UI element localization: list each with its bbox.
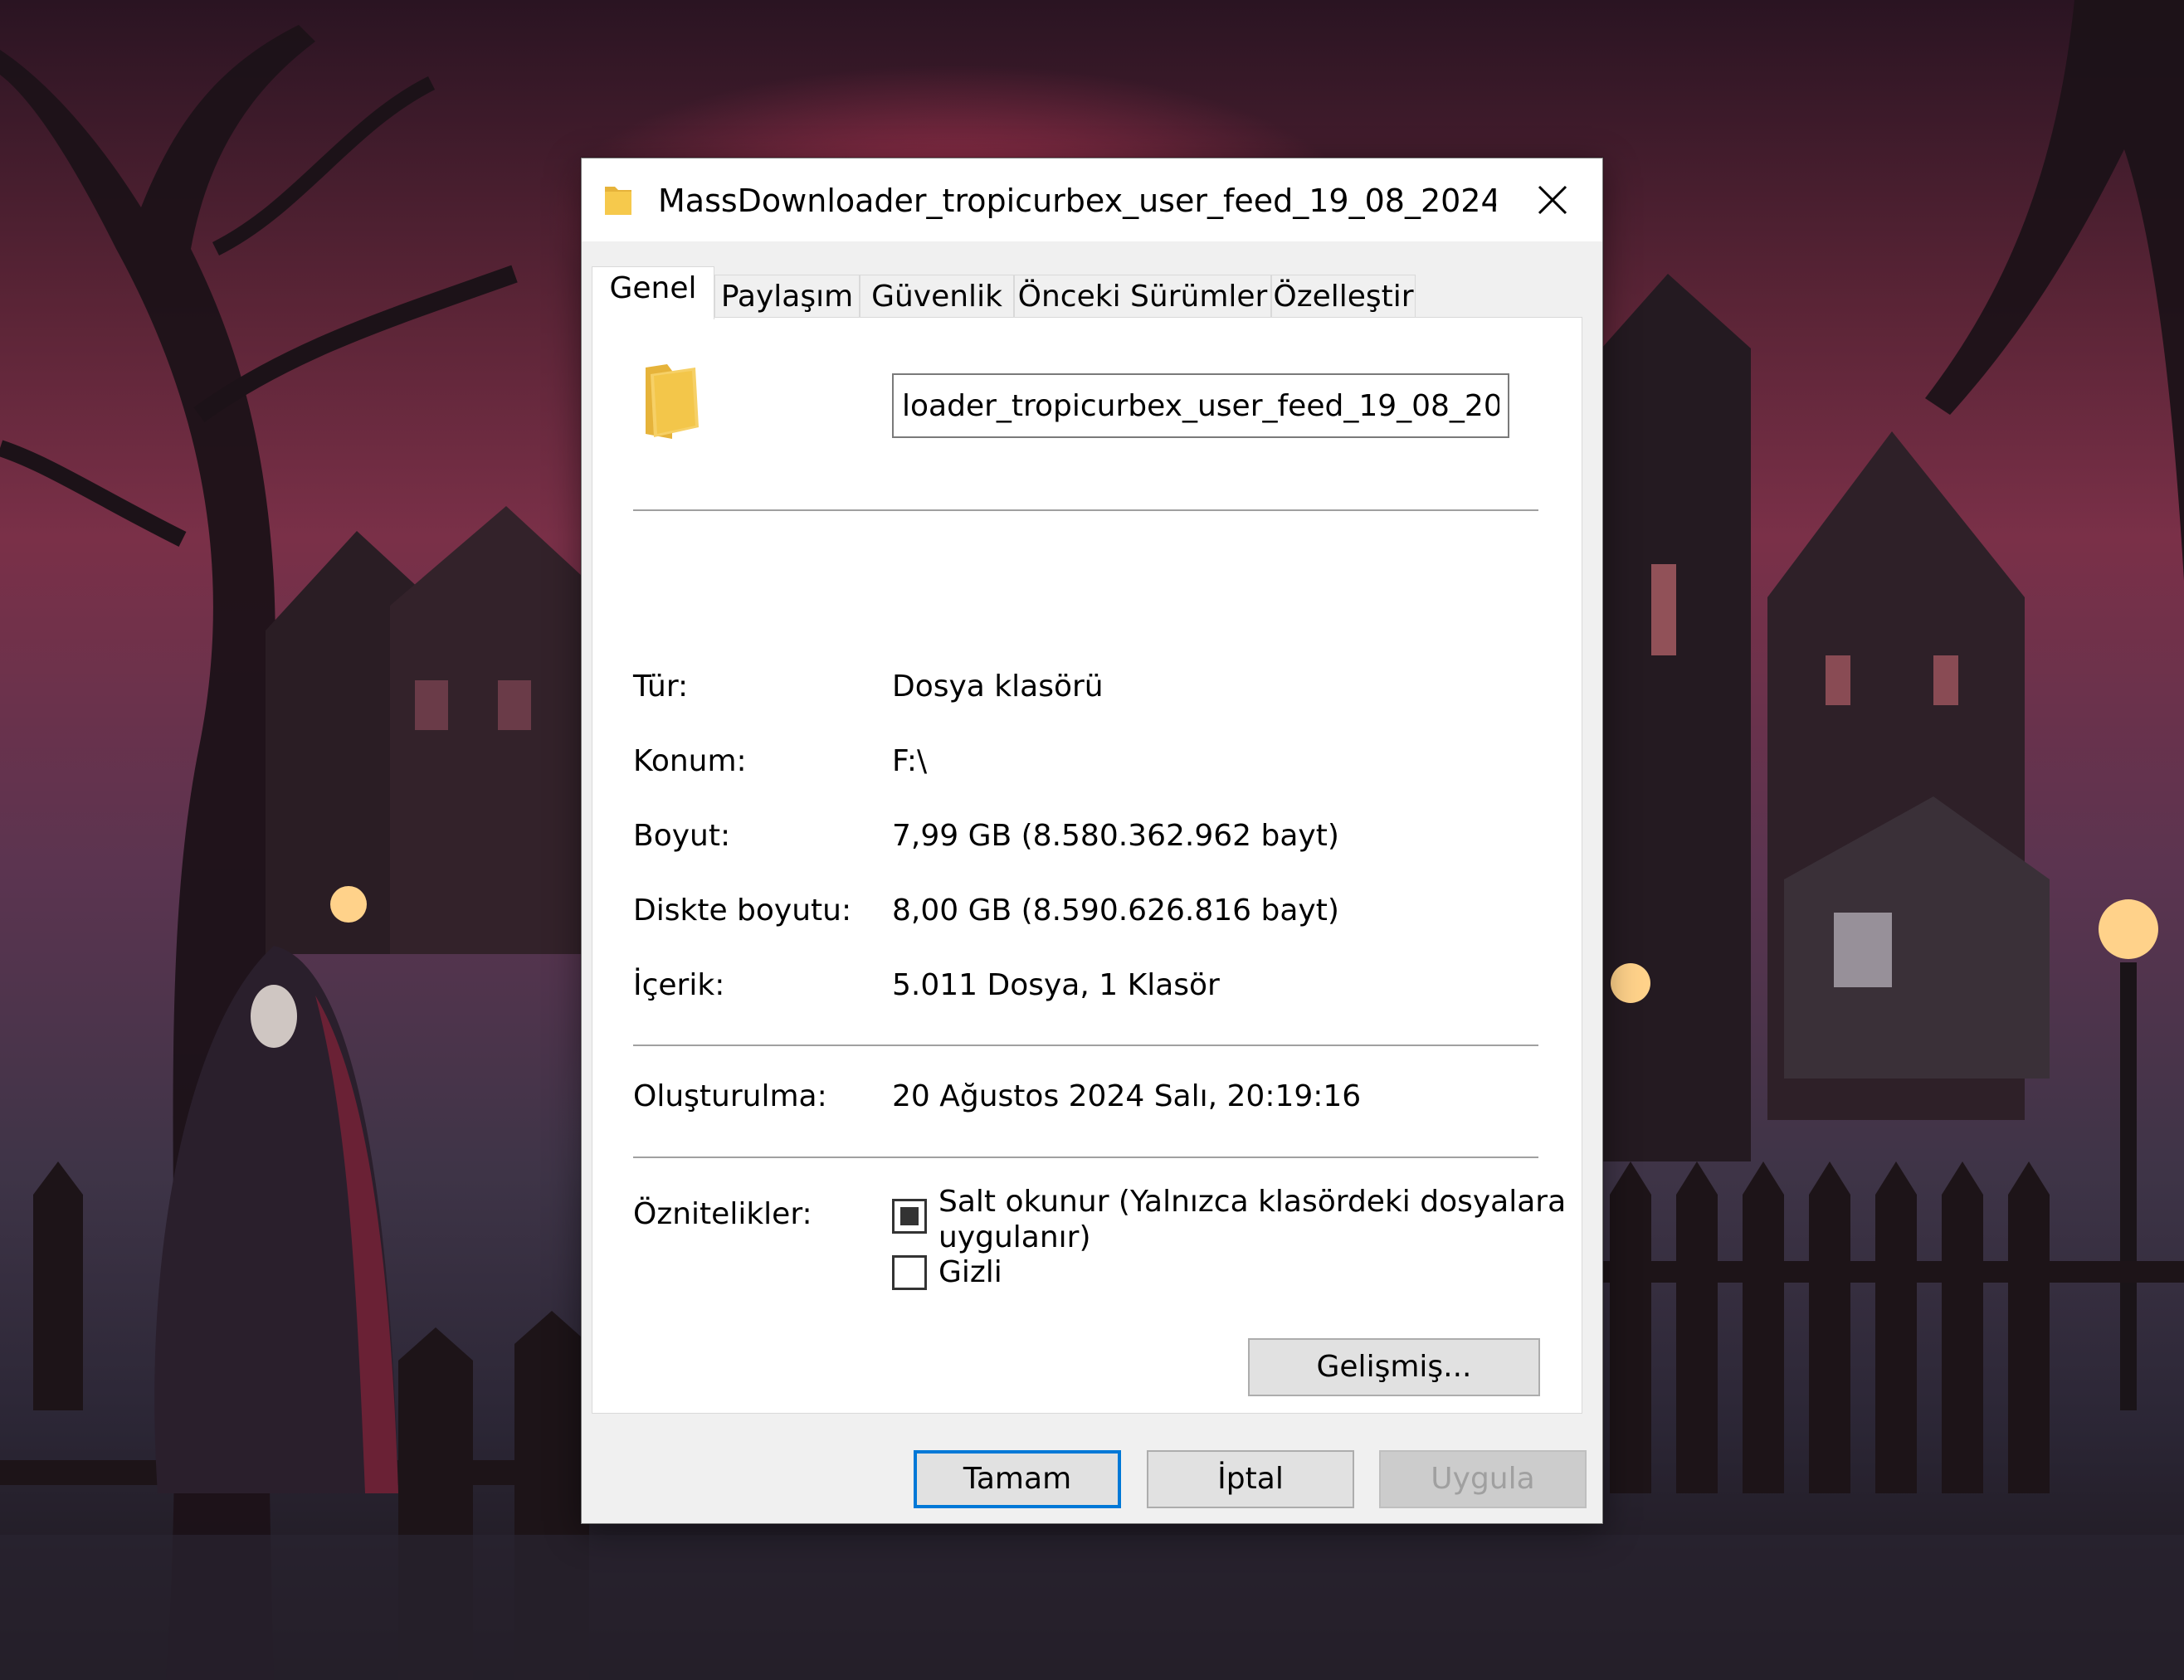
type-label: Tür: [633,667,688,707]
hidden-label: Gizli [938,1253,1002,1293]
tab-genel[interactable]: Genel [592,266,714,319]
separator [633,509,1538,511]
close-button[interactable] [1528,177,1577,223]
type-value: Dosya klasörü [892,667,1104,707]
window-title: MassDownloader_tropicurbex_user_feed_19_… [658,180,1496,222]
location-label: Konum: [633,742,747,782]
folder-icon [642,359,702,442]
advanced-button[interactable]: Gelişmiş... [1248,1338,1540,1396]
close-icon [1536,183,1569,217]
folder-icon [603,182,633,218]
ok-button[interactable]: Tamam [914,1450,1121,1508]
general-tab-panel: Tür: Dosya klasörü Konum: F:\ Boyut: 7,9… [592,317,1582,1414]
contents-label: İçerik: [633,966,724,1006]
disk-size-value: 8,00 GB (8.590.626.816 bayt) [892,891,1339,931]
attributes-label: Öznitelikler: [633,1195,812,1234]
tab-paylasim[interactable]: Paylaşım [714,275,860,318]
properties-dialog: MassDownloader_tropicurbex_user_feed_19_… [581,158,1603,1524]
hidden-checkbox[interactable] [892,1255,927,1290]
tab-onceki-surumler[interactable]: Önceki Sürümler [1014,275,1271,318]
readonly-checkbox[interactable] [892,1199,927,1234]
tab-strip: Genel Paylaşım Güvenlik Önceki Sürümler … [592,266,1587,318]
apply-button: Uygula [1379,1450,1587,1508]
tab-guvenlik[interactable]: Güvenlik [860,275,1014,318]
size-value: 7,99 GB (8.580.362.962 bayt) [892,816,1339,856]
folder-name-field[interactable] [892,373,1509,438]
readonly-label-line1: Salt okunur (Yalnızca klasördeki dosyala… [938,1182,1566,1222]
size-label: Boyut: [633,816,730,856]
separator [633,1045,1538,1046]
created-value: 20 Ağustos 2024 Salı, 20:19:16 [892,1077,1361,1117]
created-label: Oluşturulma: [633,1077,827,1117]
tab-ozellestir[interactable]: Özelleştir [1271,275,1416,318]
separator [633,1157,1538,1158]
location-value: F:\ [892,742,927,782]
cancel-button[interactable]: İptal [1147,1450,1354,1508]
contents-value: 5.011 Dosya, 1 Klasör [892,966,1220,1006]
disk-size-label: Diskte boyutu: [633,891,851,931]
readonly-label-line2: uygulanır) [938,1218,1091,1258]
title-bar[interactable]: MassDownloader_tropicurbex_user_feed_19_… [582,158,1602,241]
